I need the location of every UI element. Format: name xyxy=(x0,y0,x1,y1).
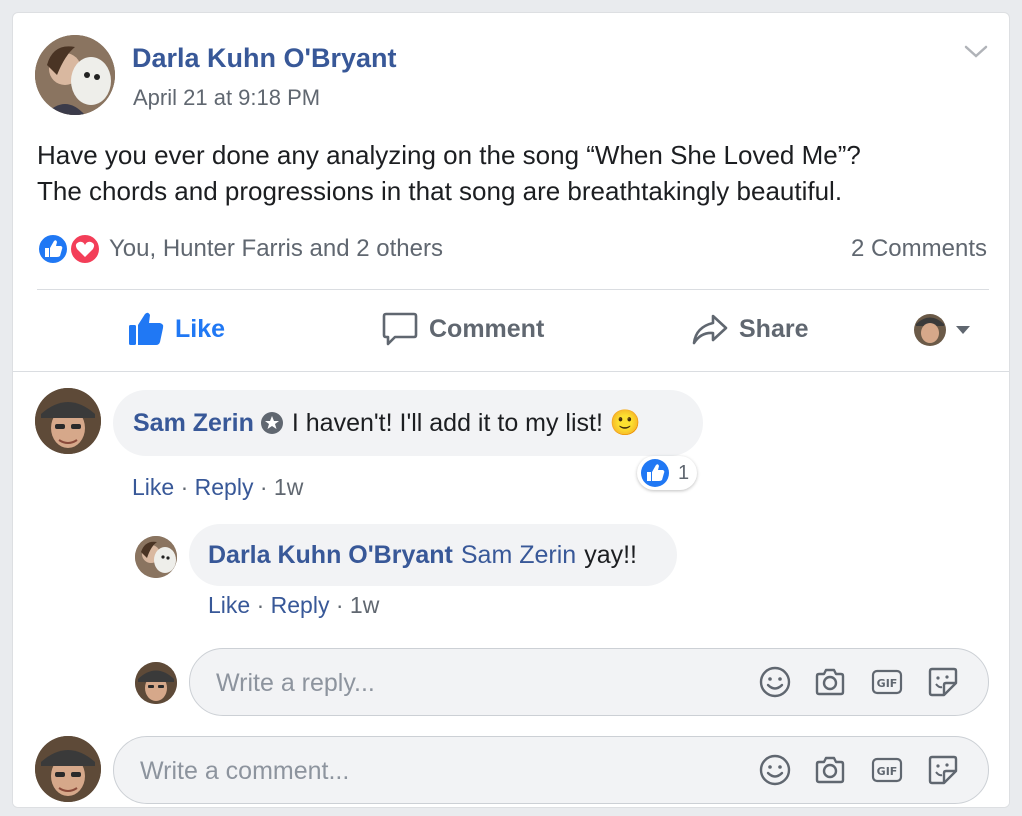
divider xyxy=(37,289,989,290)
share-button[interactable]: Share xyxy=(691,309,808,349)
comment-icon xyxy=(382,312,418,346)
chevron-down-icon[interactable] xyxy=(963,41,989,61)
reactions-summary: You, Hunter Farris and 2 others 2 Commen… xyxy=(37,231,987,267)
current-user-avatar xyxy=(35,736,101,802)
caret-down-icon xyxy=(956,326,970,334)
reply-meta: Like · Reply · 1w xyxy=(208,592,379,619)
post-timestamp[interactable]: April 21 at 9:18 PM xyxy=(133,85,320,111)
post-text-line: Have you ever done any analyzing on the … xyxy=(37,140,861,170)
post-author-name[interactable]: Darla Kuhn O'Bryant xyxy=(132,43,396,74)
like-button[interactable]: Like xyxy=(127,309,225,349)
love-icon xyxy=(69,233,101,265)
reply-mention[interactable]: Sam Zerin xyxy=(461,541,576,570)
reply-reply-link[interactable]: Reply xyxy=(271,592,330,618)
camera-icon[interactable] xyxy=(813,753,847,787)
comment-button[interactable]: Comment xyxy=(381,309,544,349)
thumbs-up-icon xyxy=(129,312,164,345)
emoji-icon[interactable] xyxy=(758,753,792,787)
author-avatar[interactable] xyxy=(35,35,115,115)
post-as-selector[interactable] xyxy=(913,313,977,347)
gif-icon[interactable]: GIF xyxy=(870,665,904,699)
gif-icon[interactable]: GIF xyxy=(870,753,904,787)
comment-author[interactable]: Sam Zerin xyxy=(133,409,254,438)
reactions-names[interactable]: You, Hunter Farris and 2 others xyxy=(109,235,443,263)
reply-like-link[interactable]: Like xyxy=(208,592,250,618)
svg-text:GIF: GIF xyxy=(877,677,898,690)
svg-text:GIF: GIF xyxy=(877,765,898,778)
separator: · xyxy=(259,474,268,500)
reply-time[interactable]: 1w xyxy=(350,592,379,618)
sticker-icon[interactable] xyxy=(926,753,960,787)
emoji-icon[interactable] xyxy=(758,665,792,699)
post-text-line: The chords and progressions in that song… xyxy=(37,176,843,206)
top-fan-badge-icon xyxy=(260,412,283,434)
reply-bubble: Darla Kuhn O'Bryant Sam Zerin yay!! xyxy=(189,524,677,586)
like-icon xyxy=(37,233,69,265)
comment-meta: Like · Reply · 1w xyxy=(132,474,303,501)
share-icon xyxy=(692,314,728,345)
comment-reply-link[interactable]: Reply xyxy=(195,474,254,500)
reply-input-box: GIF xyxy=(189,648,989,717)
comment-button-label: Comment xyxy=(429,314,545,343)
commenter-avatar[interactable] xyxy=(35,388,101,454)
comment-reaction-badge[interactable]: 1 xyxy=(637,456,698,490)
reply-text: yay!! xyxy=(584,540,637,569)
comment-like-link[interactable]: Like xyxy=(132,474,174,500)
reaction-icons[interactable] xyxy=(37,233,103,265)
like-icon xyxy=(641,459,669,487)
share-button-label: Share xyxy=(739,314,809,343)
post-body: Have you ever done any analyzing on the … xyxy=(37,137,987,209)
reply-input[interactable] xyxy=(214,649,738,717)
comment-input-box: GIF xyxy=(113,736,989,805)
current-user-avatar xyxy=(135,662,177,704)
reply-author[interactable]: Darla Kuhn O'Bryant xyxy=(208,541,453,570)
avatar xyxy=(914,314,946,346)
comments-section: Sam Zerin I haven't! I'll add it to my l… xyxy=(13,371,1009,807)
comment-count[interactable]: 2 Comments xyxy=(851,235,987,263)
sticker-icon[interactable] xyxy=(926,665,960,699)
comment-time[interactable]: 1w xyxy=(274,474,303,500)
comment-reaction-count: 1 xyxy=(678,461,690,484)
reply-author-avatar[interactable] xyxy=(135,536,177,578)
like-button-label: Like xyxy=(175,314,226,343)
comment-bubble: Sam Zerin I haven't! I'll add it to my l… xyxy=(113,390,703,456)
camera-icon[interactable] xyxy=(813,665,847,699)
post-card: Darla Kuhn O'Bryant April 21 at 9:18 PM … xyxy=(12,12,1010,808)
comment-text: I haven't! I'll add it to my list! 🙂 xyxy=(291,408,642,437)
separator: · xyxy=(256,592,265,618)
separator: · xyxy=(180,474,189,500)
comment-input[interactable] xyxy=(138,737,662,805)
separator: · xyxy=(335,592,344,618)
